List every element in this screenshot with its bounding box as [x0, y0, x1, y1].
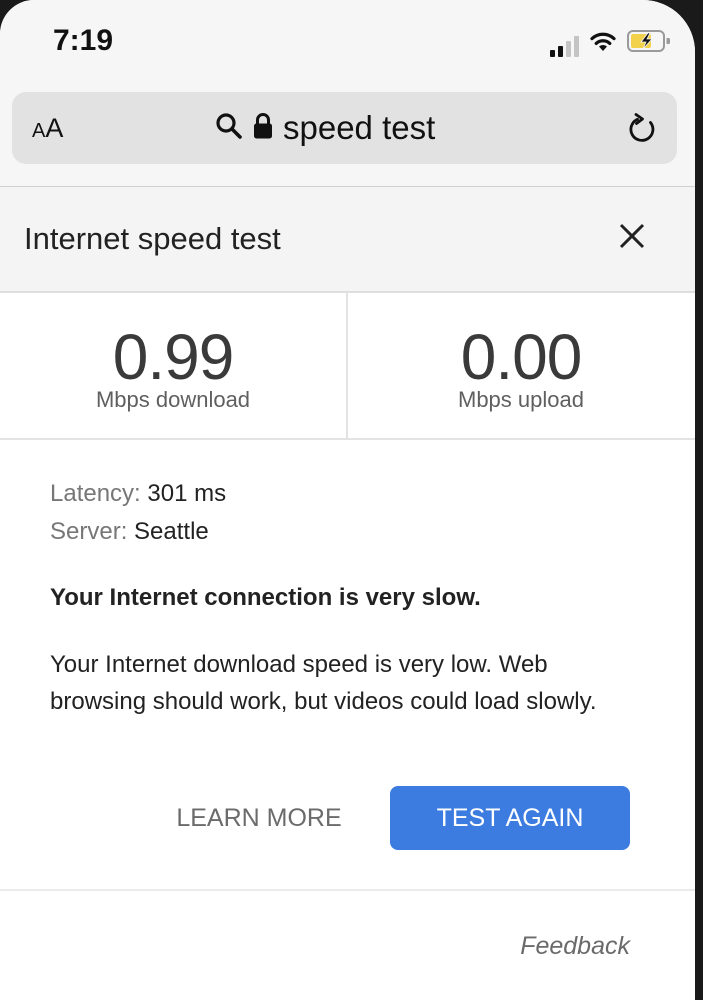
address-bar[interactable]: AA speed test	[12, 92, 677, 164]
text-size-button[interactable]: AA	[32, 113, 63, 144]
status-bar: 7:19	[0, 0, 695, 84]
learn-more-button[interactable]: LEARN MORE	[150, 787, 368, 849]
lock-icon	[253, 112, 273, 145]
speed-results: 0.99 Mbps download 0.00 Mbps upload	[0, 292, 695, 440]
close-icon[interactable]	[619, 223, 645, 254]
download-speed-value: 0.99	[112, 321, 235, 393]
server-label: Server:	[50, 518, 128, 545]
server-value: Seattle	[134, 518, 209, 545]
download-result: 0.99 Mbps download	[0, 292, 348, 438]
search-icon	[215, 112, 243, 145]
feedback-link[interactable]: Feedback	[520, 932, 630, 961]
wifi-icon	[589, 30, 617, 57]
test-details: Latency: 301 ms Server: Seattle	[50, 480, 650, 556]
widget-header: Internet speed test	[0, 187, 695, 293]
upload-speed-unit: Mbps upload	[458, 387, 584, 412]
reload-icon[interactable]	[627, 112, 659, 151]
download-speed-unit: Mbps download	[95, 387, 251, 412]
server-line: Server: Seattle	[50, 518, 650, 546]
url-text: speed test	[283, 109, 436, 146]
latency-label: Latency:	[50, 480, 141, 507]
battery-charging-icon	[627, 30, 671, 57]
test-again-button[interactable]: TEST AGAIN	[390, 786, 630, 850]
status-icons	[550, 30, 671, 57]
divider	[0, 889, 695, 891]
browser-address-area: AA speed test	[0, 84, 695, 187]
latency-line: Latency: 301 ms	[50, 480, 650, 508]
widget-title: Internet speed test	[24, 221, 281, 256]
upload-result: 0.00 Mbps upload	[348, 292, 694, 438]
result-headline: Your Internet connection is very slow.	[50, 584, 481, 611]
url-display[interactable]: speed test	[215, 106, 435, 150]
status-time: 7:19	[53, 24, 114, 57]
result-description: Your Internet download speed is very low…	[50, 651, 597, 715]
cellular-signal-icon	[550, 35, 579, 57]
latency-value: 301 ms	[147, 480, 227, 507]
phone-screen: 7:19 AA speed test Internet speed test 0…	[0, 0, 695, 1000]
upload-speed-value: 0.00	[460, 321, 583, 393]
